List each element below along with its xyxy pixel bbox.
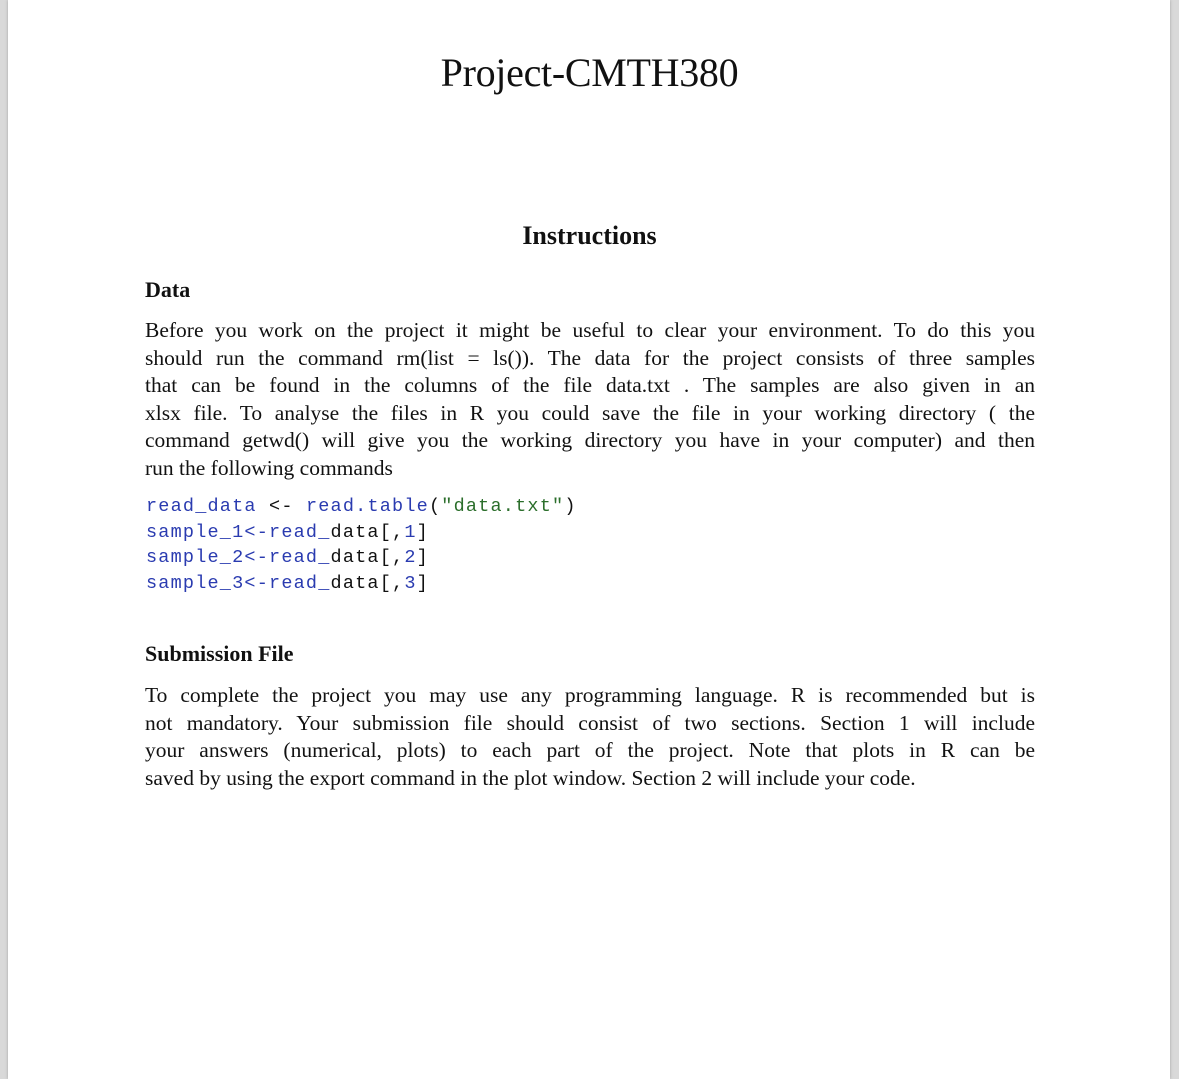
instructions-heading: Instructions <box>522 221 657 250</box>
data-paragraph: Before you work on the project it might … <box>145 317 1035 482</box>
code-keyword: read.table <box>305 496 429 517</box>
code-text: ] <box>416 547 429 568</box>
code-line: sample_1<-read_data[,1] <box>146 520 577 546</box>
paragraph-line: run the following commands <box>145 455 393 480</box>
code-text: data[, <box>330 521 405 543</box>
code-keyword: 1 <box>404 521 417 543</box>
code-line: sample_3<-read_data[,3] <box>146 571 577 597</box>
section-heading-data: Data <box>145 277 191 302</box>
paragraph-line: that can be found in the columns of the … <box>145 373 1035 397</box>
code-text: ] <box>416 521 429 543</box>
code-line: read_data <- read.table("data.txt") <box>146 494 577 520</box>
code-string: "data.txt" <box>441 496 565 517</box>
submission-paragraph: To complete the project you may use any … <box>145 682 1035 792</box>
paragraph-line: saved by using the export command in the… <box>145 765 916 790</box>
code-block: read_data <- read.table("data.txt") samp… <box>146 494 577 596</box>
code-keyword: 2 <box>404 547 417 568</box>
code-keyword: read_data <box>146 496 257 517</box>
code-keyword: 3 <box>404 572 417 594</box>
document-title: Project-CMTH380 <box>440 50 739 95</box>
code-keyword: sample_2<-read_ <box>146 547 331 568</box>
code-text: data[, <box>330 572 405 594</box>
paragraph-line: not mandatory. Your submission file shou… <box>145 710 1035 735</box>
code-text: ] <box>416 572 429 594</box>
paragraph-line: xlsx file. To analyse the files in R you… <box>145 400 1035 425</box>
code-line: sample_2<-read_data[,2] <box>146 545 577 571</box>
code-text: ( <box>428 496 442 517</box>
paragraph-line: your answers (numerical, plots) to each … <box>145 738 1035 762</box>
code-keyword: sample_1<-read_ <box>146 521 331 543</box>
paragraph-line: Before you work on the project it might … <box>145 318 1035 342</box>
paragraph-line: To complete the project you may use any … <box>145 683 1035 707</box>
code-text: data[, <box>330 547 405 568</box>
code-text: <- <box>256 496 306 517</box>
paragraph-line: command getwd() will give you the workin… <box>145 428 1035 452</box>
paragraph-line: should run the command rm(list = ls()). … <box>145 345 1035 370</box>
code-keyword: sample_3<-read_ <box>146 572 331 594</box>
code-text: ) <box>564 496 577 517</box>
section-heading-submission-file: Submission File <box>145 641 294 666</box>
